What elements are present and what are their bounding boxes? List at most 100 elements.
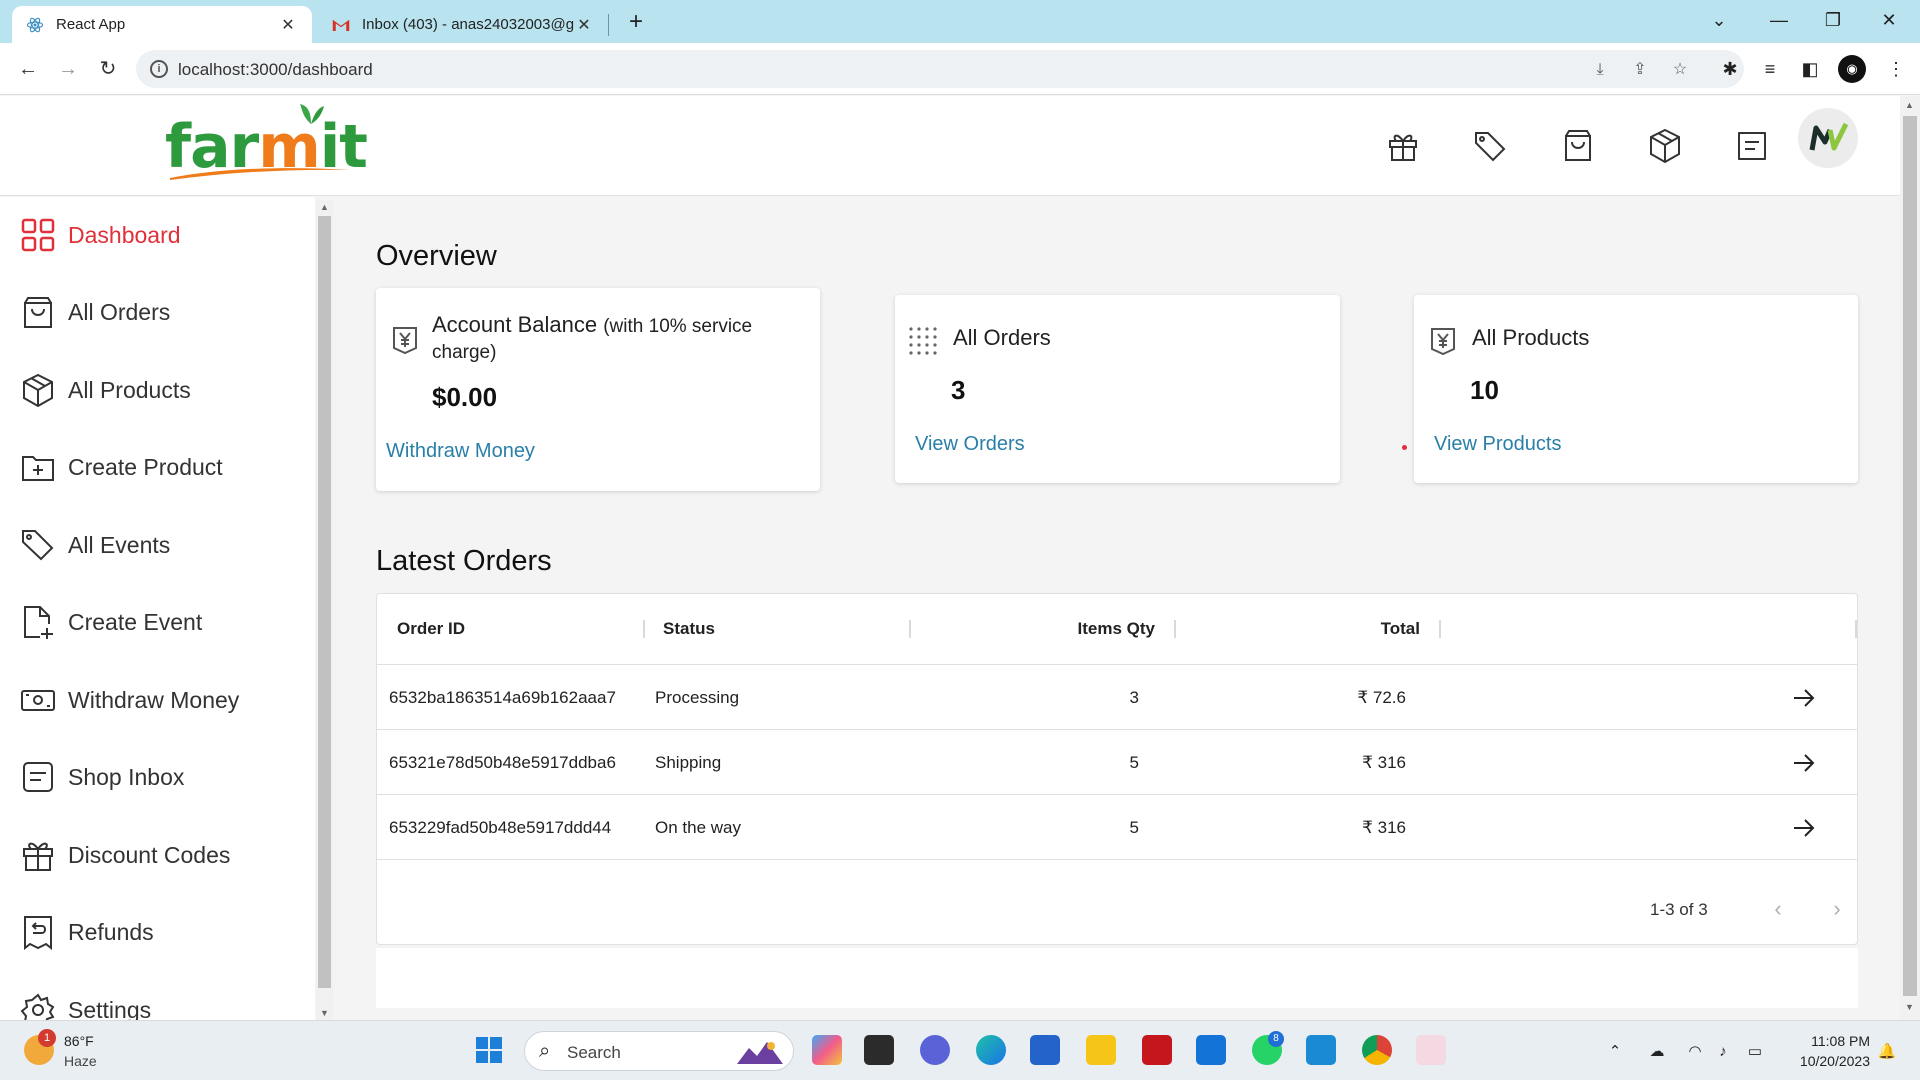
mcafee-icon[interactable] — [1142, 1035, 1172, 1065]
reading-list-icon[interactable]: ≡ — [1756, 55, 1784, 83]
shop-avatar[interactable] — [1798, 108, 1858, 168]
share-icon[interactable]: ⇪ — [1628, 58, 1652, 82]
close-tab-icon[interactable]: ✕ — [574, 15, 594, 35]
new-tab-button[interactable]: + — [622, 8, 650, 36]
sidebar-item-shop-inbox[interactable]: Shop Inbox — [20, 752, 310, 802]
install-app-icon[interactable]: ⤓ — [1588, 58, 1612, 82]
wifi-icon[interactable]: ◠ — [1684, 1041, 1706, 1063]
arrow-right-icon[interactable] — [1791, 750, 1817, 776]
receipt-refund-icon — [24, 916, 52, 950]
tag-icon[interactable] — [1470, 126, 1510, 166]
volume-icon[interactable]: ♪ — [1712, 1041, 1734, 1063]
sidebar-item-label: Shop Inbox — [68, 763, 185, 790]
notification-bell-icon[interactable]: 🔔 — [1876, 1041, 1898, 1063]
sidebar-item-all-products[interactable]: All Products — [20, 365, 310, 415]
money-icon — [21, 690, 55, 711]
taskbar-search-box[interactable]: ⌕ Search — [524, 1031, 794, 1071]
browser-tab-bar: React App ✕ Inbox (403) - anas24032003@g… — [0, 0, 1920, 43]
sidebar-item-create-event[interactable]: Create Event — [20, 597, 310, 647]
view-orders-link[interactable]: View Orders — [915, 433, 1025, 456]
column-separator[interactable] — [643, 620, 645, 638]
page-scroll-thumb[interactable] — [1903, 116, 1917, 996]
column-header-total[interactable]: Total — [1195, 594, 1420, 664]
message-icon[interactable] — [1732, 126, 1772, 166]
sidebar-item-discount-codes[interactable]: Discount Codes — [20, 830, 310, 880]
scroll-up-arrow-icon[interactable]: ▲ — [1905, 100, 1914, 110]
close-tab-icon[interactable]: ✕ — [278, 15, 298, 35]
sidebar-scroll-thumb[interactable] — [318, 216, 331, 988]
bookmark-star-icon[interactable]: ☆ — [1668, 58, 1692, 82]
tab-search-icon[interactable]: ⌄ — [1694, 0, 1744, 43]
weather-condition[interactable]: Haze — [64, 1053, 97, 1069]
table-row[interactable]: 6532ba1863514a69b162aaa7 Processing 3 ₹ … — [377, 665, 1857, 730]
gift-icon[interactable] — [1383, 126, 1423, 166]
edge-browser-icon[interactable] — [976, 1035, 1006, 1065]
order-id-cell: 653229fad50b48e5917ddd44 — [389, 818, 612, 837]
column-header-items-qty[interactable]: Items Qty — [929, 594, 1155, 664]
windows-start-icon[interactable] — [474, 1035, 504, 1065]
column-separator[interactable] — [909, 620, 911, 638]
column-header-status[interactable]: Status — [663, 594, 715, 664]
clock-date[interactable]: 10/20/2023 — [1782, 1053, 1870, 1069]
clock-time[interactable]: 11:08 PM — [1800, 1033, 1870, 1049]
previous-page-icon[interactable]: ‹ — [1763, 894, 1793, 924]
back-icon[interactable]: ← — [14, 55, 42, 83]
reload-icon[interactable]: ↻ — [94, 55, 122, 83]
column-separator[interactable] — [1174, 620, 1176, 638]
vscode-icon[interactable] — [1306, 1035, 1336, 1065]
task-view-icon[interactable] — [864, 1035, 894, 1065]
weather-temperature[interactable]: 86°F — [64, 1033, 94, 1049]
extensions-puzzle-icon[interactable]: ✱ — [1716, 55, 1744, 83]
withdraw-money-link[interactable]: Withdraw Money — [386, 440, 535, 463]
red-dot-marker — [1402, 445, 1407, 450]
sidebar-item-all-events[interactable]: All Events — [20, 520, 310, 570]
scroll-down-arrow-icon[interactable]: ▼ — [320, 1008, 329, 1018]
sidebar-item-dashboard[interactable]: Dashboard — [20, 210, 310, 260]
browser-menu-icon[interactable]: ⋮ — [1882, 55, 1910, 83]
url-text[interactable]: localhost:3000/dashboard — [178, 60, 373, 80]
side-panel-icon[interactable]: ◧ — [1796, 55, 1824, 83]
sidebar-item-settings[interactable]: Settings — [20, 985, 310, 1020]
scroll-up-arrow-icon[interactable]: ▲ — [320, 202, 329, 212]
profile-avatar-icon[interactable]: ◉ — [1838, 55, 1866, 83]
next-page-icon[interactable]: › — [1822, 894, 1852, 924]
zoom-app-icon[interactable] — [1196, 1035, 1226, 1065]
restore-icon[interactable]: ❐ — [1808, 0, 1858, 43]
shopping-bag-icon[interactable] — [1558, 126, 1598, 166]
microsoft-store-icon[interactable] — [1030, 1035, 1060, 1065]
minimize-icon[interactable]: — — [1754, 0, 1804, 43]
table-row[interactable]: 65321e78d50b48e5917ddba6 Shipping 5 ₹ 31… — [377, 730, 1857, 795]
forward-icon[interactable]: → — [54, 55, 82, 83]
page-scrollbar[interactable]: ▲ ▼ — [1900, 96, 1920, 1020]
column-separator[interactable] — [1439, 620, 1441, 638]
battery-icon[interactable]: ▭ — [1744, 1041, 1766, 1063]
site-info-icon[interactable]: i — [150, 60, 168, 78]
column-header-order-id[interactable]: Order ID — [397, 594, 465, 664]
table-row[interactable]: 653229fad50b48e5917ddd44 On the way 5 ₹ … — [377, 795, 1857, 860]
copilot-icon[interactable] — [812, 1035, 842, 1065]
sidebar-item-refunds[interactable]: Refunds — [20, 907, 310, 957]
file-explorer-icon[interactable] — [1086, 1035, 1116, 1065]
view-products-link[interactable]: View Products — [1434, 433, 1561, 456]
address-bar[interactable]: i localhost:3000/dashboard ⤓ ⇪ ☆ — [136, 50, 1744, 88]
package-icon[interactable] — [1645, 126, 1685, 166]
show-hidden-icons-icon[interactable]: ⌃ — [1604, 1041, 1626, 1063]
close-window-icon[interactable]: ✕ — [1864, 0, 1914, 43]
onedrive-icon[interactable]: ☁ — [1646, 1041, 1668, 1063]
scroll-down-arrow-icon[interactable]: ▼ — [1905, 1002, 1914, 1012]
status-cell: Shipping — [655, 753, 722, 772]
teams-chat-icon[interactable] — [920, 1035, 950, 1065]
content-footer-strip — [376, 948, 1858, 1008]
sidebar-scrollbar[interactable]: ▲ ▼ — [316, 200, 333, 1020]
arrow-right-icon[interactable] — [1791, 815, 1817, 841]
chrome-icon[interactable] — [1362, 1035, 1392, 1065]
snipping-tool-icon[interactable] — [1416, 1035, 1446, 1065]
tab-react-app[interactable]: React App ✕ — [12, 6, 312, 43]
tab-gmail-inbox[interactable]: Inbox (403) - anas24032003@gm ✕ — [318, 6, 608, 43]
sidebar-item-create-product[interactable]: Create Product — [20, 442, 310, 492]
tab-title: Inbox (403) - anas24032003@gm — [362, 16, 574, 33]
sidebar-item-withdraw-money[interactable]: Withdraw Money — [20, 675, 310, 725]
tab-title: React App — [56, 16, 126, 33]
arrow-right-icon[interactable] — [1791, 685, 1817, 711]
sidebar-item-all-orders[interactable]: All Orders — [20, 287, 310, 337]
